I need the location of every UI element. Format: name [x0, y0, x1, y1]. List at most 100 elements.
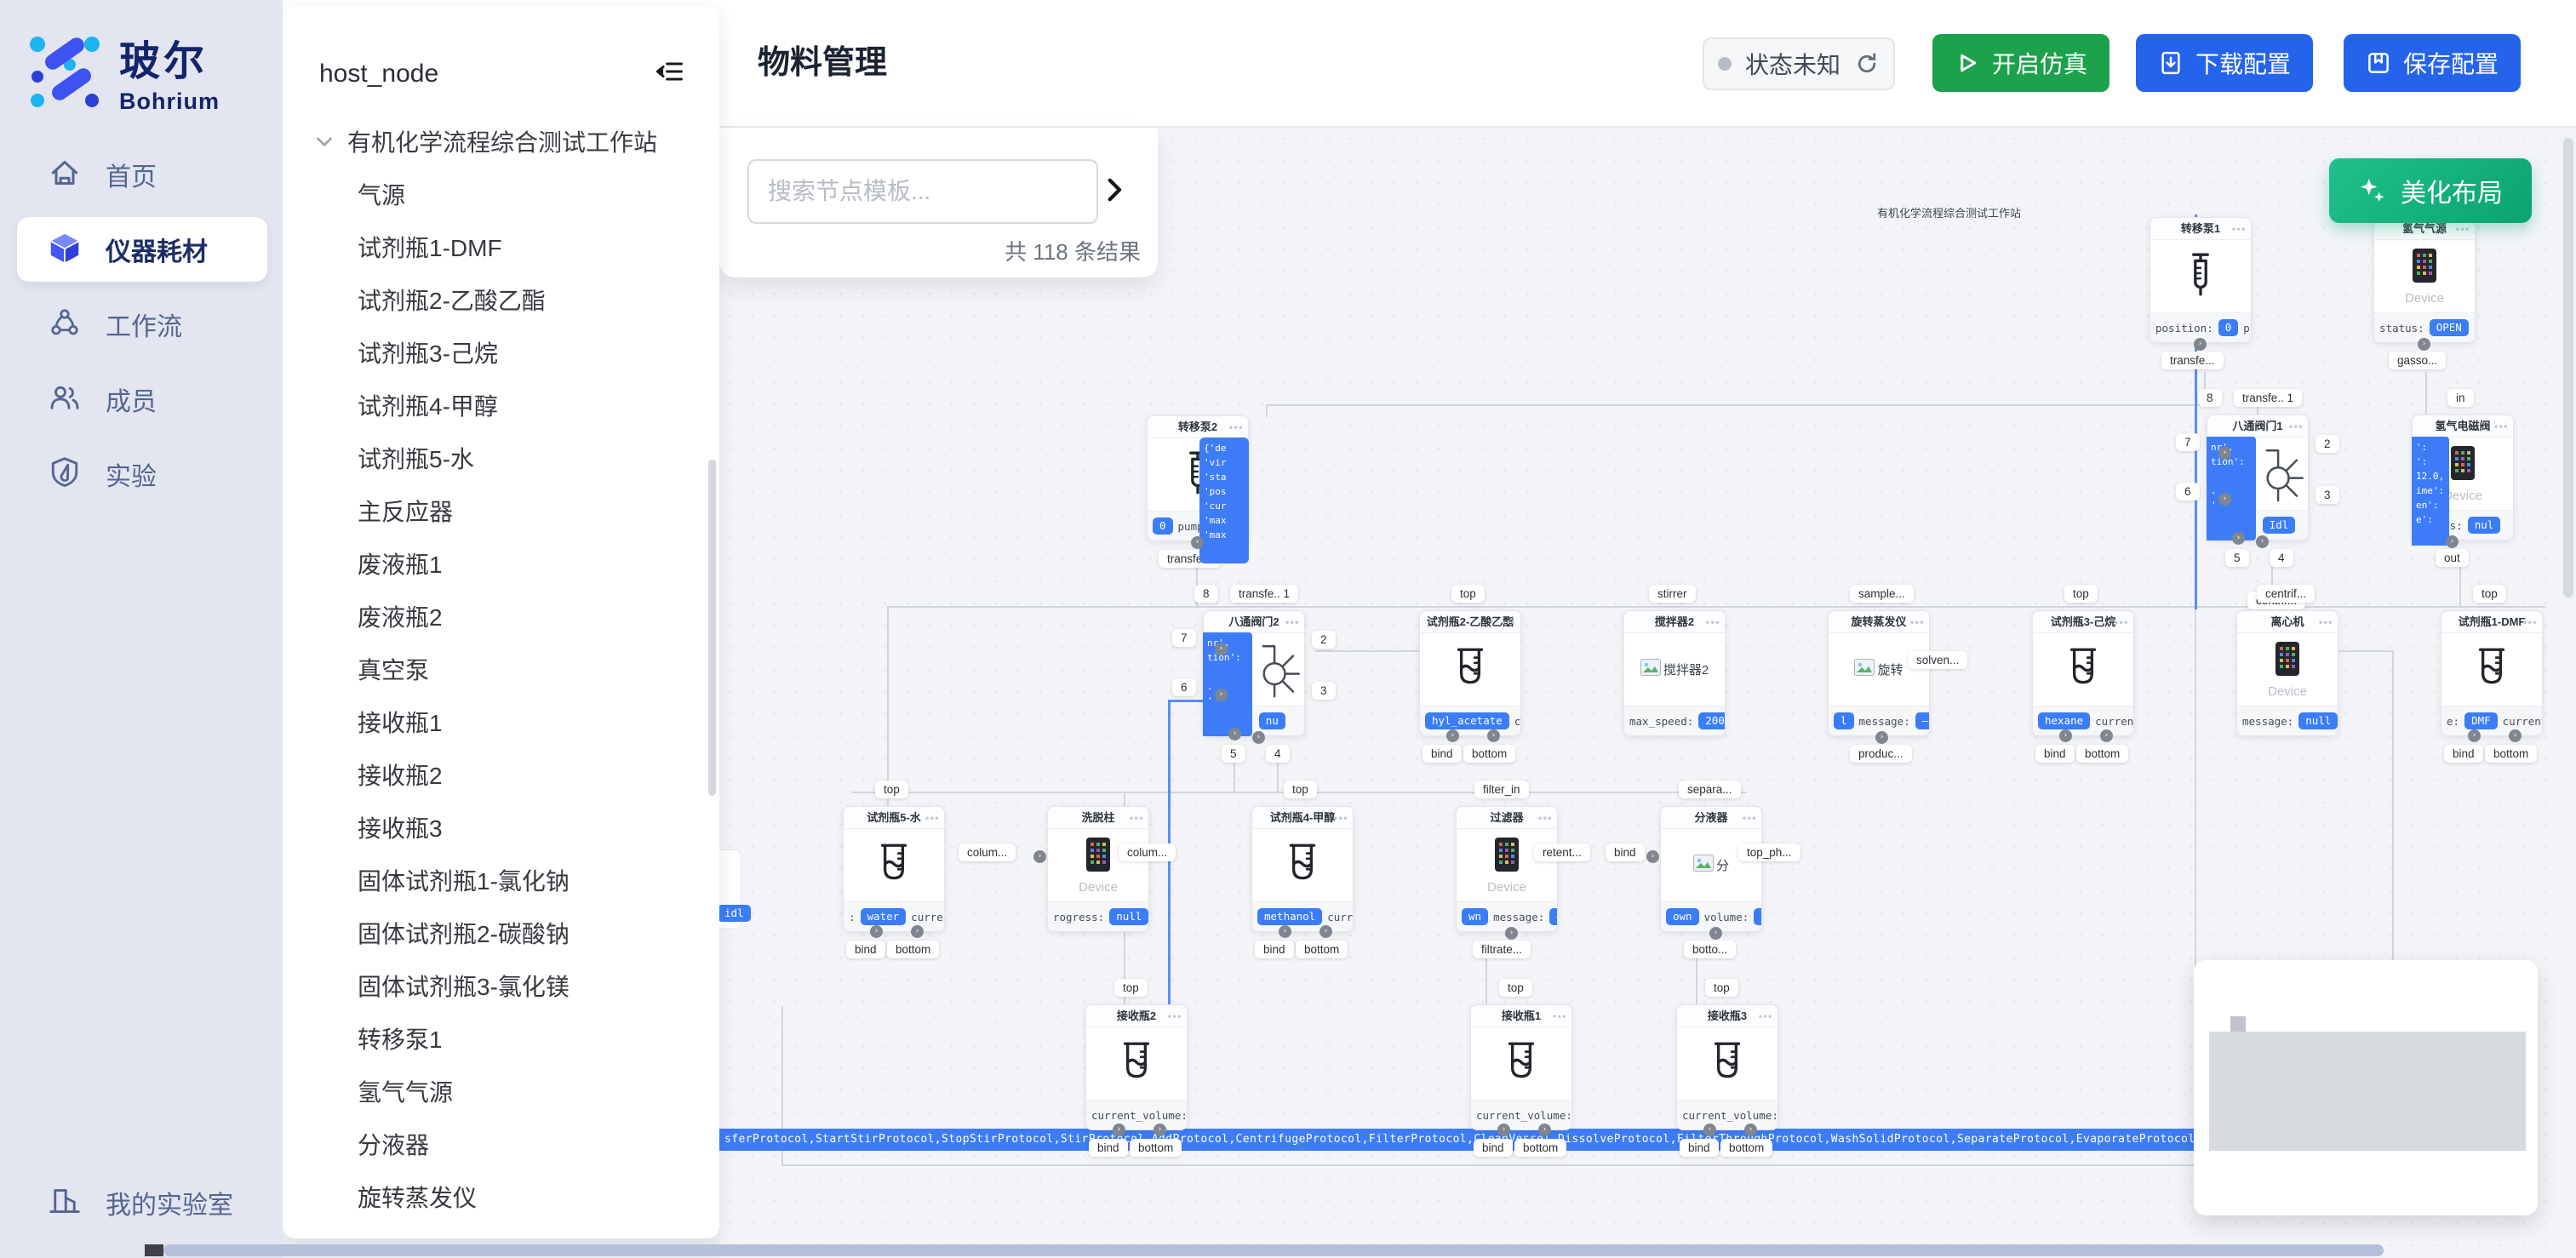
node-menu-icon[interactable]: ••• [925, 807, 940, 829]
node-h2-solenoid-valve[interactable]: 氢气电磁阀•••Devicestatus:nul': ': 12.0, ime'… [2412, 415, 2514, 540]
tree-item[interactable]: 接收瓶1 [358, 705, 443, 739]
port-connector[interactable]: › [1215, 643, 1228, 655]
port-connector[interactable]: › [1538, 1124, 1551, 1136]
node-bottle1-dmf[interactable]: 试剂瓶1-DMF•••e:DMFcurrent_voltopbindbottom… [2441, 610, 2543, 736]
search-submit-button[interactable] [1096, 172, 1134, 209]
refresh-icon[interactable] [1854, 51, 1880, 77]
tree-item[interactable]: 氢气气源 [358, 1074, 453, 1108]
tree-item[interactable]: 接收瓶3 [358, 810, 443, 844]
port-connector[interactable]: › [1153, 1124, 1166, 1136]
tree-item[interactable]: 主反应器 [358, 494, 453, 528]
port-connector[interactable]: › [1228, 728, 1241, 741]
port-connector[interactable]: › [1215, 689, 1228, 701]
port-connector[interactable]: › [1279, 925, 1291, 938]
tree-panel-scrollbar[interactable] [708, 460, 716, 796]
node-menu-icon[interactable]: ••• [1910, 611, 1925, 633]
node-menu-icon[interactable]: ••• [1706, 611, 1720, 633]
port-connector[interactable]: › [2194, 338, 2207, 351]
sidebar-item-home[interactable]: 首页 [17, 142, 267, 207]
node-receiver-3[interactable]: 接收瓶3•••current_volume:0topbindbottom›› [1676, 1004, 1778, 1130]
node-elution-column[interactable]: 洗脱柱•••Devicerogress:nullcolucolum...colu… [1047, 806, 1149, 932]
node-menu-icon[interactable]: ••• [1502, 611, 1516, 633]
tree-item[interactable]: 试剂瓶3-己烷 [358, 335, 498, 369]
sidebar-item-my-lab[interactable]: 我的实验室 [17, 1170, 267, 1235]
node-menu-icon[interactable]: ••• [1759, 1005, 1773, 1027]
port-connector[interactable]: › [1709, 927, 1722, 940]
port-connector[interactable]: › [1252, 731, 1265, 744]
port-connector[interactable]: › [2256, 535, 2269, 548]
node-transfer-pump-2[interactable]: 转移泵2•••0pump_info:{'de 'vir 'sta 'pos 'c… [1147, 415, 1249, 541]
tree-item[interactable]: 固体试剂瓶1-氯化钠 [358, 863, 570, 897]
node-receiver-2[interactable]: 接收瓶2•••current_volume:0topbindbottom›› [1085, 1004, 1188, 1130]
port-connector[interactable]: › [2218, 493, 2231, 506]
sidebar-item-workflow[interactable]: 工作流 [17, 292, 267, 357]
tree-item[interactable]: 气源 [358, 177, 405, 211]
download-config-button[interactable]: 下载配置 [2136, 34, 2313, 92]
canvas-vertical-scrollbar[interactable] [2561, 128, 2576, 1258]
port-connector[interactable]: › [2509, 729, 2522, 742]
node-transfer-pump-1[interactable]: 转移泵1•••position:0pumptransfe...› [2150, 217, 2252, 343]
port-connector[interactable]: › [1744, 1124, 1757, 1136]
port-connector[interactable]: › [1191, 536, 1204, 549]
beautify-layout-button[interactable]: 美化布局 [2329, 158, 2532, 223]
tree-item[interactable]: 转移泵1 [358, 1021, 443, 1055]
tree-root-node[interactable]: 有机化学流程综合测试工作站 [313, 124, 657, 158]
port-connector[interactable]: › [1487, 729, 1500, 742]
node-bottle5-water[interactable]: 试剂瓶5-水•••:watercurrent_vtopbindbottom›› [843, 806, 945, 932]
node-menu-icon[interactable]: ••• [1130, 807, 1144, 829]
port-connector[interactable]: › [2100, 729, 2113, 742]
start-simulation-button[interactable]: 开启仿真 [1932, 34, 2109, 92]
flow-canvas[interactable]: 有机化学流程综合测试工作站 美化布局 sferProtocol,StartSti… [719, 128, 2576, 1258]
minimap-viewport[interactable] [2209, 1032, 2526, 1151]
node-menu-icon[interactable]: ••• [2523, 611, 2538, 633]
sidebar-item-members[interactable]: 成员 [17, 367, 267, 432]
node-menu-icon[interactable]: ••• [2494, 415, 2509, 437]
tree-item[interactable]: 试剂瓶4-甲醇 [358, 388, 498, 422]
node-rotary-evaporator[interactable]: 旋转蒸发仪•••旋转lmessage:–max_sample...produc.… [1828, 610, 1930, 736]
node-bottle3-hexane[interactable]: 试剂瓶3-己烷•••hexanecurrent_vtopbindbottom›› [2032, 610, 2134, 736]
tree-item[interactable]: 接收瓶2 [358, 758, 443, 792]
save-config-button[interactable]: 保存配置 [2344, 34, 2521, 92]
tree-item[interactable]: 固体试剂瓶2-碳酸钠 [358, 916, 570, 950]
node-valve-1[interactable]: 八通阀门1•••status:Idlnr', tion': . '8transf… [2207, 415, 2309, 540]
node-separator[interactable]: 分液器•••分ownvolume:250separa...botto...bin… [1660, 806, 1762, 932]
collapse-panel-icon[interactable] [655, 56, 685, 87]
port-connector[interactable]: › [911, 925, 924, 938]
tree-item[interactable]: 试剂瓶2-乙酸乙酯 [358, 283, 546, 317]
node-h2-gas-source[interactable]: 氢气气源•••Devicestatus:OPENgasso...› [2373, 217, 2476, 343]
node-menu-icon[interactable]: ••• [1229, 416, 1244, 438]
port-connector[interactable]: › [1033, 850, 1046, 863]
port-connector[interactable]: › [1113, 1124, 1125, 1136]
tree-item[interactable]: 试剂瓶1-DMF [358, 230, 502, 264]
node-menu-icon[interactable]: ••• [2115, 611, 2129, 633]
node-centrifuge[interactable]: 离心机•••Devicemessage:nullmacentrif... [2236, 610, 2338, 736]
minimap[interactable] [2194, 960, 2538, 1215]
port-connector[interactable]: › [2059, 729, 2072, 742]
port-connector[interactable]: › [2232, 532, 2245, 545]
port-connector[interactable]: › [1319, 925, 1332, 938]
node-receiver-1[interactable]: 接收瓶1•••current_volume:0topbindbottom›› [1470, 1004, 1572, 1130]
tree-item[interactable]: 废液瓶1 [358, 546, 443, 580]
node-menu-icon[interactable]: ••• [2319, 611, 2333, 633]
chevron-down-icon[interactable] [313, 130, 335, 152]
port-connector[interactable]: › [2418, 338, 2430, 351]
node-filter[interactable]: 过滤器•••Devicewnmessage:–mafilter_infiltra… [1456, 806, 1558, 932]
port-connector[interactable]: › [2218, 447, 2231, 460]
search-input[interactable] [747, 159, 1098, 224]
port-connector[interactable]: › [1703, 1124, 1716, 1136]
sidebar-item-instruments[interactable]: 仪器耗材 [17, 217, 267, 282]
tree-item[interactable]: 试剂瓶5-水 [358, 441, 474, 475]
node-menu-icon[interactable]: ••• [2289, 415, 2304, 437]
node-bottle4-methanol[interactable]: 试剂瓶4-甲醇•••methanolcurrent_topbindbottom›… [1251, 806, 1354, 932]
node-menu-icon[interactable]: ••• [1743, 807, 1757, 829]
window-horizontal-scrollbar[interactable] [163, 1244, 2384, 1256]
sidebar-item-experiments[interactable]: 实验 [17, 442, 267, 506]
node-valve-2[interactable]: 八通阀门2•••status:nunr', tion': . '8transfe… [1203, 610, 1305, 736]
port-connector[interactable]: › [2468, 729, 2481, 742]
tree-item[interactable]: 真空泵 [358, 652, 429, 686]
node-menu-icon[interactable]: ••• [1285, 611, 1300, 633]
port-connector[interactable]: › [1497, 1124, 1510, 1136]
port-connector[interactable]: › [1646, 850, 1659, 863]
node-menu-icon[interactable]: ••• [2232, 218, 2247, 240]
node-menu-icon[interactable]: ••• [1334, 807, 1348, 829]
